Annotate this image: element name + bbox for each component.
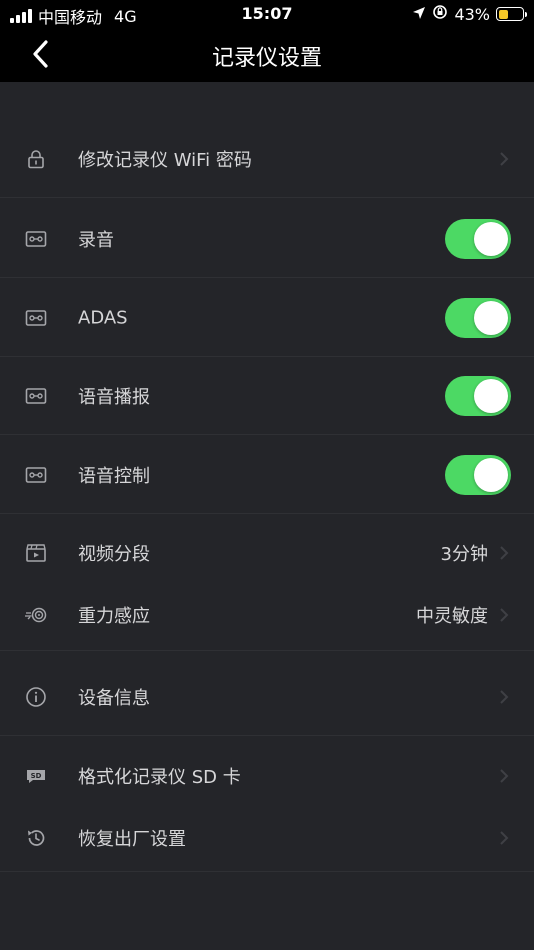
setting-device-info[interactable]: 设备信息 bbox=[0, 658, 534, 736]
page-title: 记录仪设置 bbox=[211, 46, 322, 71]
divider bbox=[0, 197, 534, 198]
clapperboard-icon bbox=[24, 541, 48, 565]
chevron-right-icon bbox=[498, 544, 510, 562]
setting-label: 重力感应 bbox=[78, 606, 150, 627]
info-icon bbox=[24, 685, 48, 709]
voice-broadcast-toggle[interactable] bbox=[445, 376, 511, 416]
divider bbox=[0, 434, 534, 435]
battery-level bbox=[498, 9, 509, 19]
toggle-knob bbox=[474, 301, 508, 335]
chevron-right-icon bbox=[498, 829, 510, 847]
recorder-icon bbox=[24, 384, 48, 408]
setting-gravity-sensor[interactable]: 重力感应 中灵敏度 bbox=[0, 579, 534, 651]
setting-factory-reset[interactable]: 恢复出厂设置 bbox=[0, 804, 534, 872]
recorder-icon bbox=[24, 306, 48, 330]
adas-toggle[interactable] bbox=[445, 298, 511, 338]
sd-card-icon: SD bbox=[24, 764, 48, 788]
svg-text:SD: SD bbox=[31, 772, 42, 780]
divider bbox=[0, 871, 534, 872]
battery-percent: 43% bbox=[454, 4, 490, 24]
restore-icon bbox=[24, 826, 48, 850]
audio-recording-toggle[interactable] bbox=[445, 219, 511, 259]
location-arrow-icon bbox=[412, 5, 426, 24]
orientation-lock-icon bbox=[432, 4, 448, 24]
gravity-sensor-icon bbox=[24, 603, 48, 627]
divider bbox=[0, 650, 534, 651]
chevron-right-icon bbox=[498, 688, 510, 706]
lock-icon bbox=[24, 147, 48, 171]
voice-control-toggle[interactable] bbox=[445, 455, 511, 495]
chevron-right-icon bbox=[498, 767, 510, 785]
toggle-knob bbox=[474, 458, 508, 492]
setting-label: 语音控制 bbox=[78, 466, 150, 487]
setting-label: 录音 bbox=[78, 230, 114, 251]
setting-label: 语音播报 bbox=[78, 387, 150, 408]
divider bbox=[0, 735, 534, 736]
nav-bar: 记录仪设置 bbox=[0, 28, 534, 82]
divider bbox=[0, 277, 534, 278]
setting-label: ADAS bbox=[78, 307, 128, 329]
chevron-right-icon bbox=[498, 150, 510, 168]
setting-label: 设备信息 bbox=[78, 688, 150, 709]
setting-label: 视频分段 bbox=[78, 544, 150, 565]
status-right: 43% bbox=[412, 4, 527, 24]
setting-label: 格式化记录仪 SD 卡 bbox=[78, 767, 241, 788]
chevron-right-icon bbox=[498, 606, 510, 624]
setting-value: 中灵敏度 bbox=[416, 606, 488, 627]
setting-voice-control: 语音控制 bbox=[0, 436, 534, 514]
setting-value: 3分钟 bbox=[440, 544, 488, 565]
setting-audio-recording: 录音 bbox=[0, 200, 534, 278]
toggle-knob bbox=[474, 379, 508, 413]
toggle-knob bbox=[474, 222, 508, 256]
setting-label: 恢复出厂设置 bbox=[78, 829, 186, 850]
battery-icon bbox=[496, 7, 527, 21]
status-bar: 中国移动 4G 15:07 43% bbox=[0, 0, 534, 28]
recorder-icon bbox=[24, 463, 48, 487]
setting-adas: ADAS bbox=[0, 279, 534, 357]
setting-label: 修改记录仪 WiFi 密码 bbox=[78, 150, 252, 171]
setting-wifi-password[interactable]: 修改记录仪 WiFi 密码 bbox=[0, 120, 534, 198]
recorder-icon bbox=[24, 227, 48, 251]
setting-voice-broadcast: 语音播报 bbox=[0, 357, 534, 435]
